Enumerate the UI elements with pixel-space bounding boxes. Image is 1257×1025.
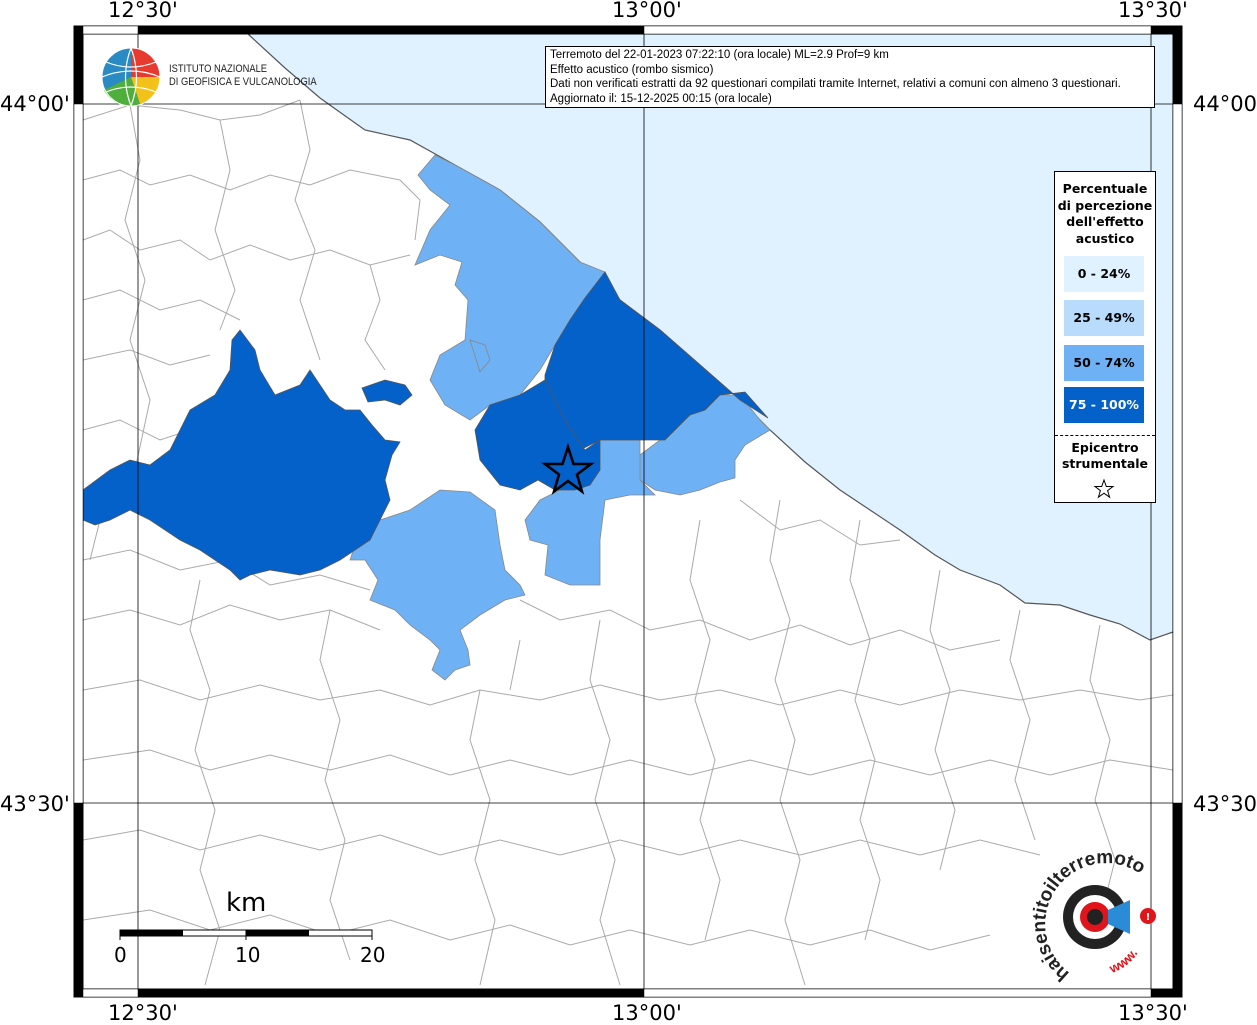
scale-unit: km xyxy=(226,888,267,918)
ingv-line2: DI GEOFISICA E VULCANOLOGIA xyxy=(169,76,317,88)
ingv-logo-icon xyxy=(101,47,161,107)
lon-label-center-top: 13°00' xyxy=(612,0,682,22)
event-info-box: Terremoto del 22-01-2023 07:22:10 (ora l… xyxy=(545,46,1155,108)
legend-title-line: dell'effetto xyxy=(1066,214,1144,229)
lon-label-left-top: 12°30' xyxy=(108,0,178,22)
legend-title-line: acustico xyxy=(1075,230,1135,246)
scale-tick-10: 10 xyxy=(235,943,261,967)
lat-label-top-left: 44°00' xyxy=(0,92,70,116)
lon-label-right-bottom: 13°30' xyxy=(1118,1001,1188,1025)
lon-label-left-bottom: 12°30' xyxy=(108,1001,178,1025)
ingv-line1: ISTITUTO NAZIONALE xyxy=(169,63,268,75)
event-title: Terremoto del 22-01-2023 07:22:10 (ora l… xyxy=(550,49,889,61)
hsit-logo-text: haisentitoilterremoto.it www. xyxy=(1030,845,1149,985)
legend-title-line: di percezione xyxy=(1057,197,1153,213)
ingv-logo-text: ISTITUTO NAZIONALE DI GEOFISICA E VULCAN… xyxy=(169,63,317,89)
scale-tick-0: 0 xyxy=(114,943,127,967)
lat-label-bottom-left: 43°30' xyxy=(0,792,70,816)
lat-label-bottom-right: 43°30' xyxy=(1193,792,1257,816)
lon-label-right-top: 13°30' xyxy=(1118,0,1188,22)
legend-class-25-49: 25 - 49% xyxy=(1064,300,1144,336)
legend-epicenter-line: strumentale xyxy=(1061,456,1149,471)
lon-label-center-bottom: 13°00' xyxy=(612,1001,682,1025)
legend-epicenter-label: Epicentro strumentale xyxy=(1055,440,1155,472)
star-icon xyxy=(1093,478,1115,499)
scale-tick-20: 20 xyxy=(360,943,386,967)
legend-class-0-24: 0 - 24% xyxy=(1064,256,1144,292)
hsit-www: www. xyxy=(1106,946,1140,977)
event-effect: Effetto acustico (rombo sismico) xyxy=(550,63,714,76)
event-data-note: Dati non verificati estratti da 92 quest… xyxy=(550,78,1121,90)
lat-label-top-right: 44°00' xyxy=(1193,92,1257,116)
legend-class-75-100: 75 - 100% xyxy=(1064,387,1144,423)
svg-text:www.: www. xyxy=(1106,946,1140,977)
legend-class-50-74: 50 - 74% xyxy=(1064,345,1144,381)
legend-epicenter-line: Epicentro xyxy=(1071,440,1139,455)
legend-title-line: Percentuale xyxy=(1062,181,1148,196)
legend-separator xyxy=(1055,435,1155,436)
legend-title: Percentuale di percezione dell'effetto a… xyxy=(1055,181,1155,247)
legend: Percentuale di percezione dell'effetto a… xyxy=(1054,171,1156,503)
event-updated: Aggiornato il: 15-12-2025 00:15 (ora loc… xyxy=(550,92,772,105)
